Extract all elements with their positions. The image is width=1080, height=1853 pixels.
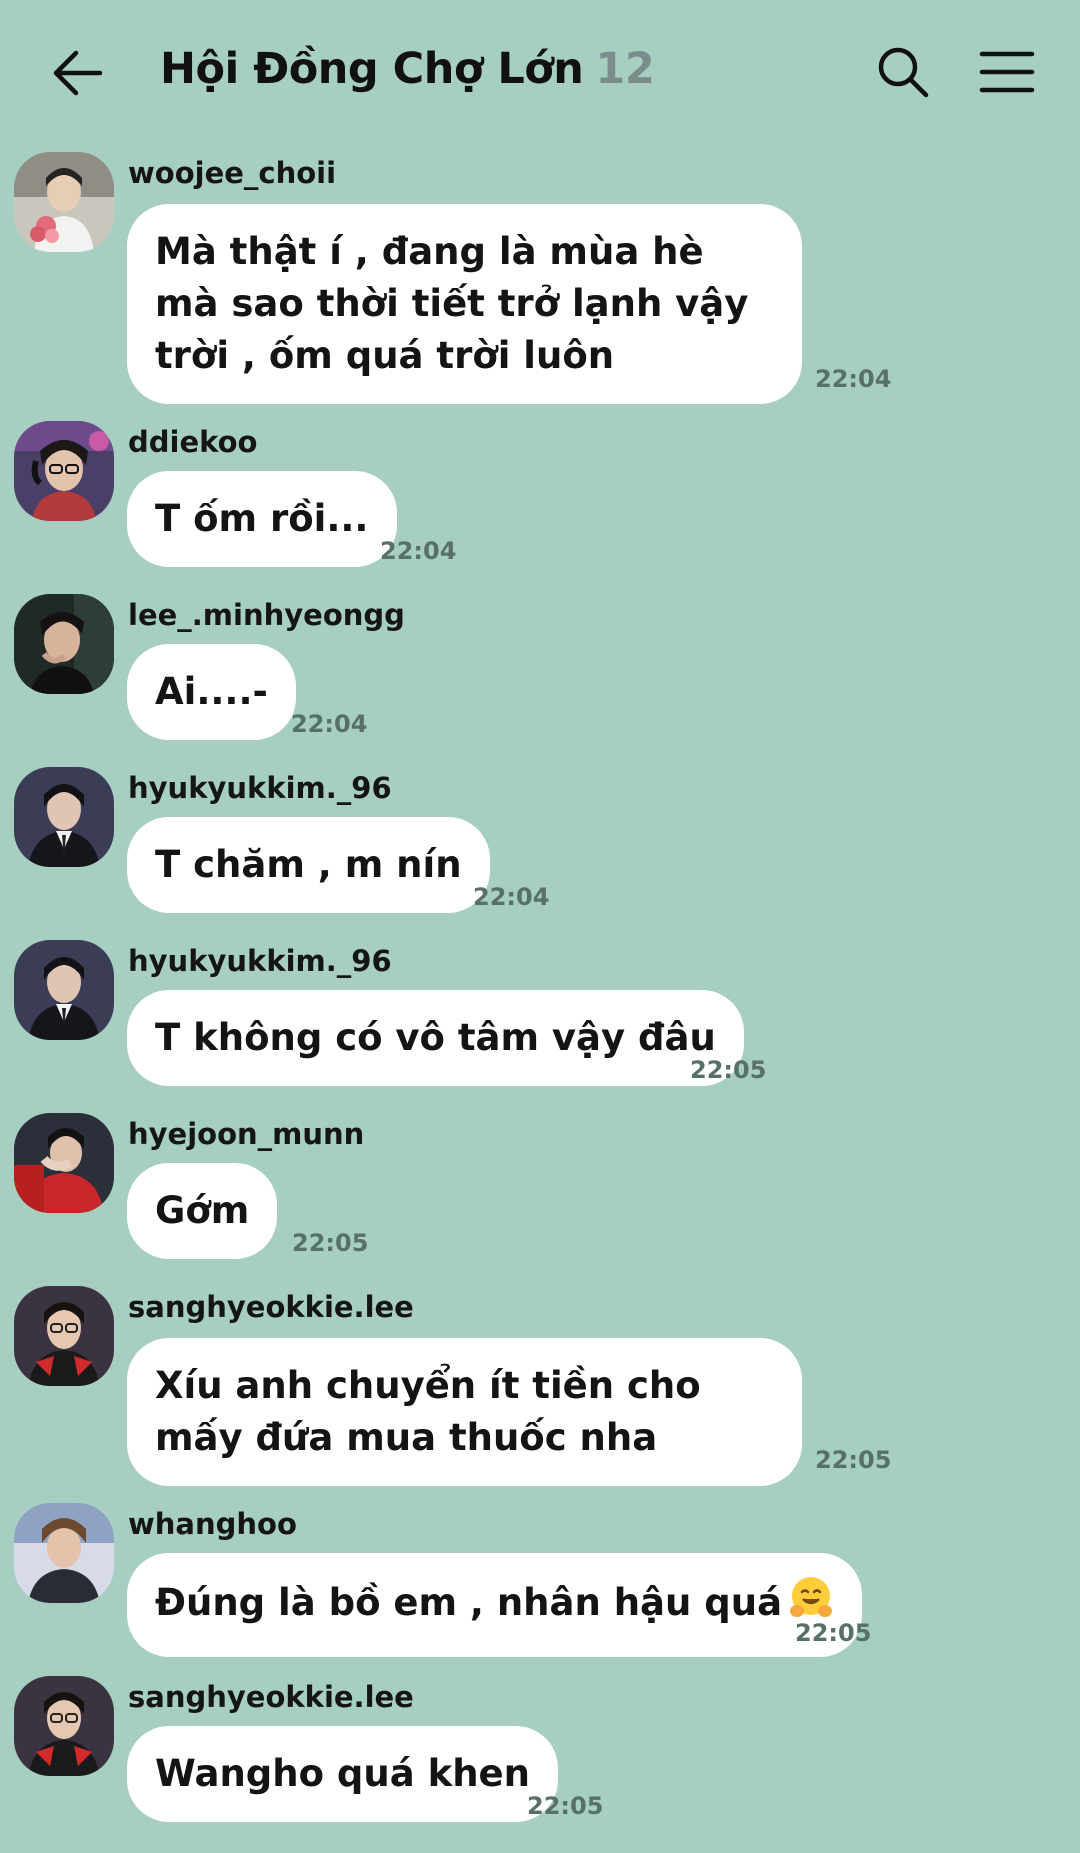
avatar[interactable] [14, 767, 114, 867]
avatar[interactable] [14, 940, 114, 1040]
chat-title: Hội Đồng Chợ Lớn 12 [160, 44, 655, 94]
sender-name: woojee_choii [128, 156, 337, 190]
message-time: 22:05 [690, 1056, 767, 1084]
message-bubble[interactable]: T chăm , m nín [127, 817, 490, 913]
group-name: Hội Đồng Chợ Lớn [160, 44, 584, 94]
sender-name: sanghyeokkie.lee [128, 1290, 414, 1324]
message-bubble[interactable]: T ốm rồi... [127, 471, 397, 567]
back-arrow-icon[interactable] [50, 48, 106, 98]
message-bubble[interactable]: Gớm [127, 1163, 278, 1259]
message-bubble[interactable]: Xíu anh chuyển ít tiền cho mấy đứa mua t… [127, 1338, 802, 1486]
message-bubble[interactable]: Mà thật í , đang là mùa hè mà sao thời t… [127, 204, 802, 404]
sender-name: hyukyukkim._96 [128, 771, 392, 805]
sender-name: whanghoo [128, 1507, 297, 1541]
sender-name: ddiekoo [128, 425, 258, 459]
avatar[interactable] [14, 1113, 114, 1213]
sender-name: hyukyukkim._96 [128, 944, 392, 978]
avatar[interactable] [14, 421, 114, 521]
message-text: Đúng là bồ em , nhân hậu quá [155, 1581, 783, 1624]
message-bubble[interactable]: Wangho quá khen [127, 1726, 558, 1822]
message-time: 22:05 [292, 1229, 369, 1257]
chat-header: Hội Đồng Chợ Lớn 12 [0, 0, 1080, 148]
avatar[interactable] [14, 1286, 114, 1386]
sender-name: lee_.minhyeongg [128, 598, 405, 632]
search-icon[interactable] [875, 44, 931, 100]
message-bubble[interactable]: Ai....- [127, 644, 296, 740]
message-time: 22:04 [473, 883, 550, 911]
message-time: 22:05 [527, 1792, 604, 1820]
member-count: 12 [595, 44, 655, 94]
message-bubble[interactable]: T không có vô tâm vậy đâu [127, 990, 744, 1086]
message-time: 22:04 [291, 710, 368, 738]
message-time: 22:05 [815, 1446, 892, 1474]
sender-name: sanghyeokkie.lee [128, 1680, 414, 1714]
avatar[interactable] [14, 1676, 114, 1776]
message-time: 22:05 [795, 1619, 872, 1647]
message-time: 22:04 [815, 365, 892, 393]
avatar[interactable] [14, 152, 114, 252]
sender-name: hyejoon_munn [128, 1117, 365, 1151]
message-time: 22:04 [380, 537, 457, 565]
hamburger-menu-icon[interactable] [978, 48, 1036, 96]
message-bubble[interactable]: Đúng là bồ em , nhân hậu quá [127, 1553, 863, 1657]
avatar[interactable] [14, 1503, 114, 1603]
avatar[interactable] [14, 594, 114, 694]
